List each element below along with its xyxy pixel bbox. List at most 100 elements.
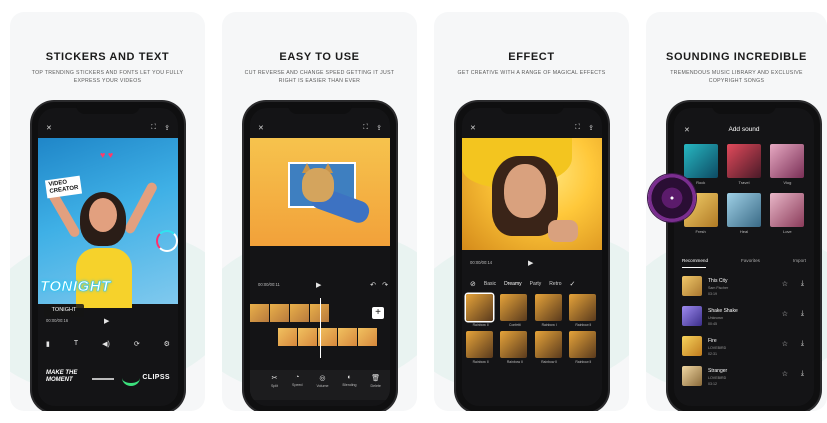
video-preview[interactable]: ♥ ♥ VIDEO CREATOR TONIGHT TONIGHT <box>38 138 178 317</box>
star-icon[interactable]: ☆ <box>782 310 788 318</box>
clips-sticker[interactable]: CLIPSS <box>142 374 170 381</box>
play-icon[interactable]: ▶ <box>316 281 321 289</box>
redo-icon[interactable]: ↷ <box>382 281 388 289</box>
song-title: Stranger <box>708 368 728 374</box>
panel-stickers-and-text: STICKERS AND TEXT TOP TRENDING STICKERS … <box>10 12 205 411</box>
music-note-sticker-icon[interactable] <box>156 230 178 252</box>
tool-delete[interactable]: 🗑 Delete <box>371 374 381 400</box>
album-heal[interactable]: Heal <box>725 193 762 234</box>
tool-split[interactable]: ✂ Split <box>271 374 278 400</box>
tool-volume[interactable]: ◎ Volume <box>316 374 328 400</box>
close-icon[interactable]: ✕ <box>470 124 476 132</box>
editor-topbar: ✕ ⛶ ⇪ <box>258 124 382 134</box>
person-hand <box>548 220 578 242</box>
tab-favorites[interactable]: Favorites <box>741 258 760 263</box>
active-tab-underline <box>682 267 706 268</box>
make-the-moment-sticker[interactable]: MAKE THE MOMENT <box>46 370 77 384</box>
heart-sticker-icon[interactable]: ♥ ♥ <box>100 150 113 160</box>
song-row[interactable]: This City Sam Fischer 03:19 ☆ ⤓ <box>682 274 806 304</box>
effect-item[interactable]: Rainbow I <box>534 294 564 327</box>
text-clip-chip[interactable]: TONIGHT <box>44 304 84 317</box>
song-row[interactable]: Stranger LOVEBIRD 03:12 ☆ ⤓ <box>682 364 806 394</box>
play-icon[interactable]: ▶ <box>528 259 533 267</box>
effect-item[interactable]: Rainbow II <box>466 294 495 327</box>
export-icon[interactable]: ⇪ <box>164 124 170 132</box>
tab-dreamy[interactable]: Dreamy <box>504 281 522 287</box>
timeline-track-main[interactable] <box>250 304 330 322</box>
phone-mockup: ✕ ⛶ ⇪ 00:00/00:14 ▶ ⊘ Basic Dreamy Party… <box>456 102 608 411</box>
song-list: This City Sam Fischer 03:19 ☆ ⤓ Shake Sh… <box>682 274 806 394</box>
panel-heading: STICKERS AND TEXT <box>45 51 170 63</box>
close-icon[interactable]: ✕ <box>46 124 52 132</box>
effect-item[interactable]: Rainbow II <box>500 331 529 364</box>
download-icon[interactable]: ⤓ <box>801 280 804 288</box>
tab-retro[interactable]: Retro <box>549 281 561 287</box>
text-icon[interactable]: T <box>74 340 78 348</box>
cat-image <box>302 168 334 202</box>
opacity-slider[interactable] <box>92 378 114 380</box>
playback-time: 00:00/00:16 <box>46 318 69 323</box>
tonight-text-overlay[interactable]: TONIGHT <box>40 278 111 296</box>
timeline-track-overlay[interactable] <box>278 328 378 346</box>
phone-mockup: ✕ ⛶ ⇪ 00:00/00:11 ▶ ↶ ↷ + ✂ Split ◔ Spee… <box>244 102 396 411</box>
panel-heading: EASY TO USE <box>279 51 360 63</box>
album-label: Fresh <box>695 229 706 234</box>
song-row[interactable]: Fire LOVEBIRD 02:31 ☆ ⤓ <box>682 334 806 364</box>
effect-item[interactable]: Rainbow II <box>568 294 598 327</box>
tool-speed[interactable]: ◔ Speed <box>292 374 302 400</box>
fullscreen-icon[interactable]: ⛶ <box>151 124 156 132</box>
tool-row: ▮ T ◀) ⟳ ⚙ <box>46 340 170 348</box>
effect-label: Rainbow II <box>506 360 523 364</box>
delete-icon: 🗑 <box>371 375 381 382</box>
download-icon[interactable]: ⤓ <box>801 340 804 348</box>
close-icon[interactable]: ✕ <box>258 124 264 132</box>
timeline-playhead[interactable] <box>320 298 321 358</box>
adjust-icon[interactable]: ⚙ <box>164 340 170 348</box>
song-artist: LOVEBIRD <box>708 376 727 380</box>
song-duration: 00:45 <box>708 322 717 326</box>
song-cover <box>682 276 702 296</box>
effect-label: Rainbow II <box>575 323 592 327</box>
tab-basic[interactable]: Basic <box>484 281 496 287</box>
effect-item[interactable]: Confetti <box>500 294 529 327</box>
undo-icon[interactable]: ↶ <box>370 281 376 289</box>
star-icon[interactable]: ☆ <box>782 340 788 348</box>
no-effect-icon[interactable]: ⊘ <box>470 280 476 288</box>
clip-frame <box>338 328 358 346</box>
export-icon[interactable]: ⇪ <box>376 124 382 132</box>
tool-blending[interactable]: ◐ Blending <box>343 374 357 400</box>
effect-thumbnail <box>568 331 596 358</box>
fullscreen-icon[interactable]: ⛶ <box>363 124 368 132</box>
album-vlog[interactable]: Vlog <box>769 144 806 185</box>
export-icon[interactable]: ⇪ <box>588 124 594 132</box>
clip-frame <box>278 328 298 346</box>
speed-icon[interactable]: ⟳ <box>134 340 140 348</box>
tab-recommend[interactable]: Recommend <box>682 258 708 263</box>
tab-import[interactable]: Import <box>793 258 806 263</box>
effect-item[interactable]: Rainbow II <box>466 331 495 364</box>
tool-label: Speed <box>292 383 303 387</box>
download-icon[interactable]: ⤓ <box>801 370 804 378</box>
editor-topbar: ✕ ⛶ ⇪ <box>470 124 594 134</box>
panel-subheading: TREMENDOUS MUSIC LIBRARY AND EXCLUSIVE C… <box>670 70 803 84</box>
fullscreen-icon[interactable]: ⛶ <box>575 124 580 132</box>
star-icon[interactable]: ☆ <box>782 280 788 288</box>
song-row[interactable]: Shake Shake Unknown 00:45 ☆ ⤓ <box>682 304 806 334</box>
download-icon[interactable]: ⤓ <box>801 310 804 318</box>
album-travel[interactable]: Travel <box>725 144 762 185</box>
panel-subheading: GET CREATIVE WITH A RANGE OF MAGICAL EFF… <box>457 70 606 76</box>
volume-icon[interactable]: ◀) <box>102 340 110 348</box>
effect-thumbnail <box>568 294 596 321</box>
play-icon[interactable]: ▶ <box>104 317 109 325</box>
tool-label: Delete <box>370 384 381 388</box>
effect-item[interactable]: Rainbow II <box>534 331 564 364</box>
effect-item[interactable]: Rainbow II <box>568 331 598 364</box>
tab-party[interactable]: Party <box>530 281 542 287</box>
smile-sticker-icon[interactable] <box>122 370 140 386</box>
add-icon[interactable]: + <box>372 307 384 319</box>
album-love[interactable]: Love <box>769 193 806 234</box>
page-icon[interactable]: ▮ <box>46 340 50 348</box>
tool-label: Blending <box>342 383 357 387</box>
check-icon[interactable]: ✓ <box>570 280 576 288</box>
star-icon[interactable]: ☆ <box>782 370 788 378</box>
